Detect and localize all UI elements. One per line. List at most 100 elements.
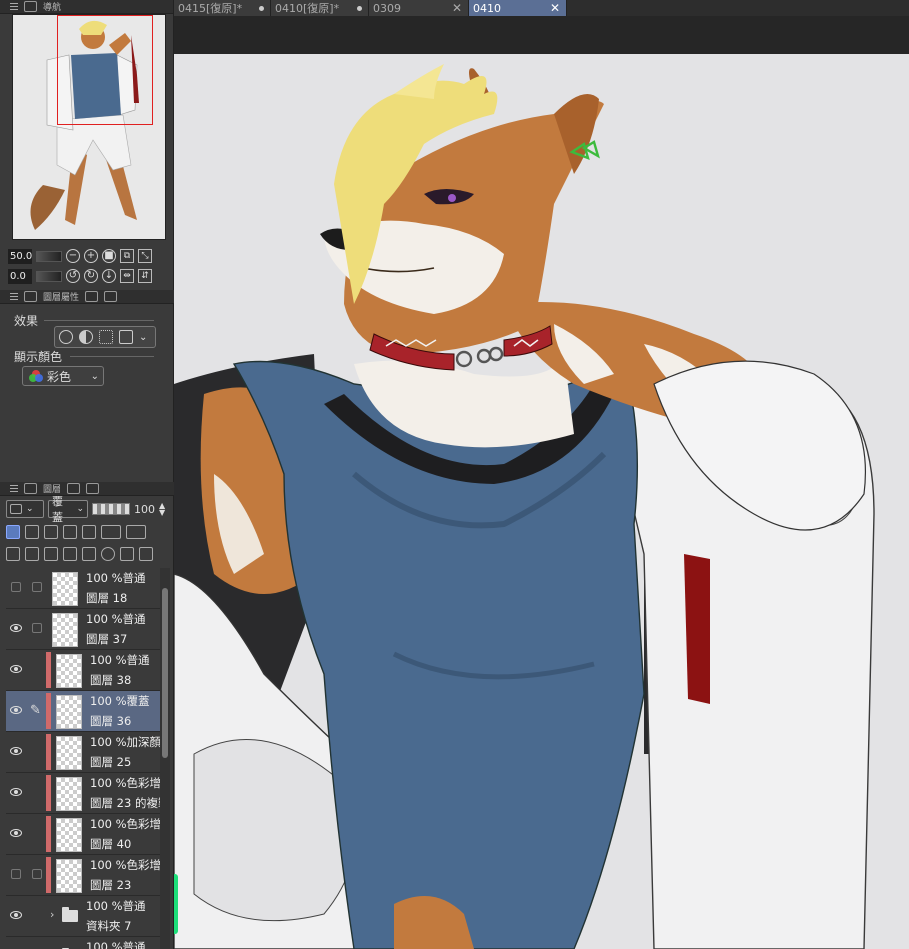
border-effect-icon[interactable] (59, 330, 73, 344)
eye-icon[interactable] (10, 788, 22, 796)
hidden-eye-icon[interactable] (11, 582, 21, 592)
layer-row[interactable]: 100 %普通 圖層 18 (6, 568, 160, 609)
layer-name: 圖層 23 (90, 878, 132, 892)
menu-icon[interactable] (10, 3, 18, 10)
layer-row[interactable]: 100 %色彩增值圖層 40 (6, 814, 160, 855)
opacity-value[interactable]: 100 (134, 503, 155, 516)
navigator-preview[interactable] (12, 14, 166, 240)
layer-row[interactable]: 100 %色彩增值圖層 23 (6, 855, 160, 896)
menu-icon[interactable] (10, 293, 18, 300)
hidden-eye-icon[interactable] (11, 869, 21, 879)
navigator-tab-icon[interactable] (24, 1, 37, 12)
ruler-icon[interactable] (126, 525, 146, 539)
chevron-down-icon: ⌄ (90, 370, 99, 382)
layer-row[interactable]: ✎ 100 %覆蓋 圖層 36 (6, 691, 160, 732)
tool-property-tab-icon[interactable] (85, 291, 99, 302)
layer-name: 圖層 37 (86, 632, 128, 646)
search-tab-icon[interactable] (104, 291, 118, 302)
tab-label: 0410 (473, 1, 501, 15)
lock-toggle-icon[interactable] (32, 582, 42, 592)
zoom-out-icon[interactable]: − (66, 249, 80, 263)
eye-icon[interactable] (10, 706, 22, 714)
tab-0415[interactable]: 0415[復原]* (174, 0, 271, 16)
watercolor-edge-icon[interactable] (79, 330, 93, 344)
fit-to-window-icon[interactable]: ⧉ (120, 249, 134, 263)
lock-icon[interactable] (63, 525, 77, 539)
color-mode-icon (29, 370, 43, 382)
layer-property-tab-icon[interactable] (24, 291, 37, 302)
rotate-left-icon[interactable]: ↺ (66, 269, 80, 283)
actual-size-icon[interactable]: ■ (102, 249, 116, 263)
eye-icon[interactable] (10, 665, 22, 673)
chevron-down-icon[interactable]: ⌄ (139, 332, 147, 343)
apply-mask-icon[interactable] (120, 547, 134, 561)
layer-row[interactable]: 100 %普通 圖層 37 (6, 609, 160, 650)
tab-0410-recovered[interactable]: 0410[復原]* (271, 0, 369, 16)
opacity-slider[interactable] (92, 503, 130, 515)
canvas-top-bar (174, 16, 909, 54)
blend-mode-select[interactable]: 覆蓋 ⌄ (48, 495, 88, 524)
tab-0410[interactable]: 0410 ✕ (469, 0, 567, 16)
draft-layer-icon[interactable] (25, 525, 39, 539)
lock-transparency-icon[interactable] (82, 525, 96, 539)
effect-divider (44, 320, 154, 321)
navigator-panel-title: 導航 (43, 3, 62, 13)
layer-row[interactable]: 100 %加深顏色圖層 25 (6, 732, 160, 773)
layer-folder-row[interactable]: ›100 %普通資料夾 8 (6, 937, 160, 949)
tone-icon[interactable] (99, 330, 113, 344)
layer-color-icon[interactable] (119, 330, 133, 344)
navigator-view-rect[interactable] (57, 15, 153, 125)
layer-folder-row[interactable]: › 100 %普通 資料夾 7 (6, 896, 160, 937)
flip-vertical-icon[interactable]: ⇵ (138, 269, 152, 283)
reset-rotation-icon[interactable]: ↓ (102, 269, 116, 283)
transfer-down-icon[interactable] (63, 547, 77, 561)
scrollbar-thumb[interactable] (162, 588, 168, 758)
clip-marker (46, 775, 51, 811)
clip-icon[interactable] (44, 525, 58, 539)
zoom-in-icon[interactable]: + (84, 249, 98, 263)
navigator-controls: 50.0 − + ■ ⧉ ⤡ 0.0 ↺ ↻ ↓ ⇹ ⇵ (8, 246, 172, 286)
opacity-stepper-icon[interactable]: ▲ ▼ (159, 502, 165, 517)
layer-list-scrollbar[interactable] (160, 568, 170, 949)
close-icon[interactable]: ✕ (550, 1, 560, 15)
new-raster-layer-icon[interactable] (6, 547, 20, 561)
display-color-select[interactable]: 彩色 ⌄ (22, 366, 104, 386)
chevron-right-icon[interactable]: › (50, 908, 54, 921)
effect-label: 效果 (14, 314, 39, 328)
rotation-value[interactable]: 0.0 (8, 268, 32, 284)
display-color-label: 顯示顏色 (14, 350, 63, 364)
clip-marker (46, 652, 51, 688)
eye-icon[interactable] (10, 624, 22, 632)
menu-icon[interactable] (10, 485, 18, 492)
lock-toggle-icon[interactable] (32, 869, 42, 879)
flip-horizontal-icon[interactable]: ⇹ (120, 269, 134, 283)
layer-tab-icon[interactable] (24, 483, 37, 494)
fit-navigator-icon[interactable]: ⤡ (138, 249, 152, 263)
zoom-slider[interactable] (36, 250, 62, 262)
eye-icon[interactable] (10, 829, 22, 837)
reference-layer-icon[interactable] (6, 525, 20, 539)
layer-thumbnail (56, 777, 82, 811)
new-folder-icon[interactable] (44, 547, 58, 561)
mask-icon[interactable] (101, 525, 121, 539)
eye-icon[interactable] (10, 747, 22, 755)
eye-icon[interactable] (10, 911, 22, 919)
display-color-value: 彩色 (47, 369, 72, 384)
close-icon[interactable]: ✕ (452, 1, 462, 15)
layer-type-select[interactable]: ⌄ (6, 500, 44, 518)
trash-icon[interactable] (139, 547, 153, 561)
merge-down-icon[interactable] (82, 547, 96, 561)
zoom-value[interactable]: 50.0 (8, 248, 32, 264)
rotate-right-icon[interactable]: ↻ (84, 269, 98, 283)
create-mask-icon[interactable] (101, 547, 115, 561)
auto-action-tab-icon[interactable] (86, 483, 100, 494)
layer-name: 圖層 18 (86, 591, 128, 605)
new-vector-layer-icon[interactable] (25, 547, 39, 561)
lock-toggle-icon[interactable] (32, 623, 42, 633)
rotation-slider[interactable] (36, 270, 62, 282)
layer-row[interactable]: 100 %普通 圖層 38 (6, 650, 160, 691)
drawing-canvas[interactable] (174, 54, 909, 949)
layer-thumbnail (56, 818, 82, 852)
tab-0309[interactable]: 0309 ✕ (369, 0, 469, 16)
layer-row[interactable]: 100 %色彩增值圖層 23 的複製 (6, 773, 160, 814)
